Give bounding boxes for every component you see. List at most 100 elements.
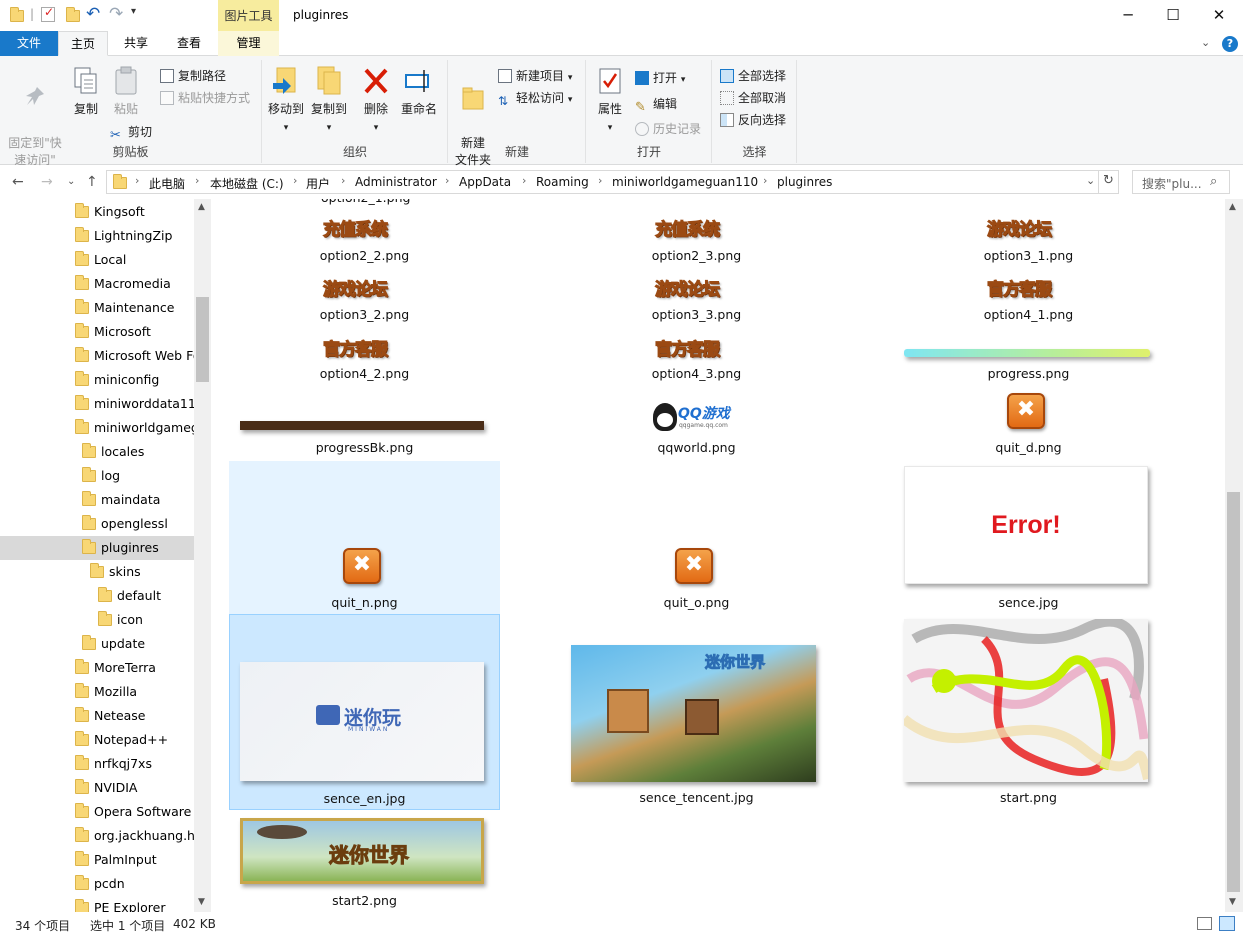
easy-access-button[interactable]: ⇅ 轻松访问 ▾ [498, 88, 572, 108]
large-icons-view-icon[interactable] [1219, 916, 1235, 931]
forward-arrow-icon[interactable]: → [41, 174, 53, 190]
file-view-scrollbar-thumb[interactable] [1227, 492, 1240, 892]
redo-icon[interactable]: ↷ [109, 4, 123, 24]
history-button[interactable]: 历史记录 [635, 119, 701, 139]
open-button[interactable]: 打开 ▾ [635, 68, 685, 88]
nav-scroll-down-icon[interactable]: ▼ [198, 897, 205, 907]
breadcrumb-local-disk[interactable]: 本地磁盘 (C:) [210, 175, 284, 192]
recent-locations-chevron-icon[interactable]: ⌄ [67, 176, 75, 187]
edit-button[interactable]: ✎ 编辑 [635, 94, 677, 115]
undo-icon[interactable]: ↶ [86, 4, 100, 24]
file-item[interactable]: ✖ quit_d.png [893, 391, 1164, 461]
sidebar-item[interactable]: Local [0, 248, 194, 272]
file-item[interactable]: 迷你玩 MINIWAN sence_en.jpg [229, 614, 500, 810]
properties-check-icon[interactable]: ✓ [41, 5, 55, 22]
sidebar-item[interactable]: Maintenance [0, 296, 194, 320]
tab-file[interactable]: 文件 [0, 31, 58, 56]
sidebar-item[interactable]: NVIDIA [0, 776, 194, 800]
minimize-button[interactable]: ─ [1105, 0, 1151, 31]
breadcrumb-this-pc[interactable]: 此电脑 [149, 175, 185, 192]
tab-view[interactable]: 查看 [164, 31, 214, 56]
file-item[interactable]: 官方客服 option4_1.png [893, 271, 1164, 331]
sidebar-item[interactable]: MoreTerra [0, 656, 194, 680]
sidebar-item[interactable]: update [0, 632, 194, 656]
sidebar-item[interactable]: Macromedia [0, 272, 194, 296]
select-all-button[interactable]: 全部选择 [720, 66, 786, 86]
copy-path-button[interactable]: 复制路径 [160, 66, 226, 86]
sidebar-item[interactable]: Microsoft Web Fo [0, 344, 194, 368]
close-button[interactable]: ✕ [1196, 0, 1242, 31]
file-item[interactable]: 官方客服 option4_3.png [561, 331, 832, 391]
scroll-down-icon[interactable]: ▼ [1229, 897, 1236, 907]
maximize-button[interactable]: ☐ [1150, 0, 1196, 31]
sidebar-item[interactable]: openglessl [0, 512, 194, 536]
sidebar-item[interactable]: nrfkqj7xs [0, 752, 194, 776]
up-arrow-icon[interactable]: ↑ [86, 174, 98, 190]
nav-scroll-up-icon[interactable]: ▲ [198, 202, 205, 212]
move-to-button[interactable]: 移动到 ▾ [265, 64, 307, 137]
sidebar-item[interactable]: locales [0, 440, 194, 464]
tab-home[interactable]: 主页 [58, 31, 108, 56]
sidebar-item[interactable]: org.jackhuang.hm [0, 824, 194, 848]
copy-button[interactable]: 复制 [68, 64, 104, 118]
quick-access-dropdown-icon[interactable]: ▾ [131, 6, 136, 17]
nav-scrollbar-thumb[interactable] [196, 297, 209, 382]
sidebar-item[interactable]: Netease [0, 704, 194, 728]
copy-to-button[interactable]: 复制到 ▾ [308, 64, 350, 137]
paste-button[interactable]: 粘贴 [108, 64, 144, 118]
new-item-button[interactable]: 新建项目 ▾ [498, 66, 572, 86]
sidebar-item[interactable]: icon [0, 608, 194, 632]
file-item[interactable]: 游戏论坛 option3_3.png [561, 271, 832, 331]
cut-button[interactable]: ✂ 剪切 [110, 122, 152, 143]
breadcrumb-pluginres[interactable]: pluginres [777, 175, 832, 189]
sidebar-item[interactable]: skins [0, 560, 194, 584]
sidebar-item[interactable]: pcdn [0, 872, 194, 896]
details-view-icon[interactable] [1197, 917, 1212, 930]
file-item[interactable]: 迷你世界 start2.png [229, 812, 500, 908]
file-item[interactable]: QQ游戏 qqgame.qq.com qqworld.png [561, 391, 832, 461]
search-icon[interactable]: ⌕ [1210, 174, 1217, 189]
file-item[interactable]: ✖ quit_n.png [229, 461, 500, 614]
breadcrumb-roaming[interactable]: Roaming [536, 175, 589, 189]
sidebar-item[interactable]: pluginres [0, 536, 194, 560]
new-folder-quick-icon[interactable] [66, 7, 80, 22]
sidebar-item[interactable]: Mozilla [0, 680, 194, 704]
delete-button[interactable]: 删除 ▾ [359, 64, 393, 137]
invert-selection-button[interactable]: 反向选择 [720, 110, 786, 130]
file-item[interactable]: start.png [893, 614, 1164, 810]
sidebar-item[interactable]: Opera Software [0, 800, 194, 824]
file-item[interactable]: 充值系统 option2_2.png [229, 199, 500, 271]
rename-button[interactable]: 重命名 [399, 64, 439, 118]
sidebar-item[interactable]: maindata [0, 488, 194, 512]
tab-share[interactable]: 共享 [112, 31, 160, 56]
file-item[interactable]: progressBk.png [229, 391, 500, 461]
help-icon[interactable]: ? [1222, 36, 1238, 52]
breadcrumb-miniworldgameguan110[interactable]: miniworldgameguan110 [612, 175, 758, 189]
properties-button[interactable]: 属性 ▾ [591, 64, 629, 137]
file-item[interactable]: 充值系统 option2_3.png [561, 199, 832, 271]
sidebar-item[interactable]: PalmInput [0, 848, 194, 872]
refresh-icon[interactable]: ↻ [1103, 173, 1114, 188]
sidebar-item[interactable]: PE Explorer [0, 896, 194, 912]
sidebar-item[interactable]: miniconfig [0, 368, 194, 392]
select-none-button[interactable]: 全部取消 [720, 88, 786, 108]
sidebar-item[interactable]: miniworldgamegu [0, 416, 194, 440]
file-item[interactable]: ✖ quit_o.png [561, 461, 832, 614]
sidebar-item[interactable]: Microsoft [0, 320, 194, 344]
file-item[interactable]: 游戏论坛 option3_1.png [893, 199, 1164, 271]
file-item[interactable]: 官方客服 option4_2.png [229, 331, 500, 391]
address-field[interactable]: › 此电脑 › 本地磁盘 (C:) › 用户 › Administrator ›… [106, 170, 1119, 194]
file-item[interactable]: Error! sence.jpg [893, 461, 1164, 614]
sidebar-item[interactable]: LightningZip [0, 224, 194, 248]
sidebar-item[interactable]: default [0, 584, 194, 608]
breadcrumb-appdata[interactable]: AppData [459, 175, 511, 189]
sidebar-item[interactable]: Notepad++ [0, 728, 194, 752]
file-item[interactable]: progress.png [893, 331, 1164, 391]
file-item[interactable]: 迷你世界 sence_tencent.jpg [561, 614, 832, 810]
breadcrumb-users[interactable]: 用户 [306, 175, 330, 192]
collapse-ribbon-icon[interactable]: ⌄ [1201, 36, 1210, 49]
breadcrumb-administrator[interactable]: Administrator [355, 175, 437, 189]
file-item[interactable]: 游戏论坛 option3_2.png [229, 271, 500, 331]
sidebar-item[interactable]: log [0, 464, 194, 488]
paste-shortcut-button[interactable]: 粘贴快捷方式 [160, 88, 250, 108]
